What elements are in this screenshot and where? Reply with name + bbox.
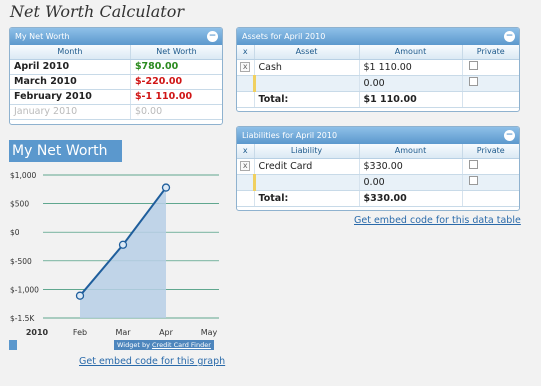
y-tick-label: $-1.5K (10, 314, 35, 323)
month-cell: February 2010 (10, 89, 131, 105)
liability-amount-cell[interactable]: $330.00 (359, 158, 463, 175)
column-header-private: Private (462, 45, 519, 60)
chart-corner-box (9, 340, 17, 350)
x-tick-label: May (201, 328, 218, 337)
y-tick-label: $-500 (10, 257, 32, 266)
total-value: $1 110.00 (359, 91, 463, 108)
month-cell: January 2010 (10, 104, 131, 120)
month-cell: April 2010 (10, 59, 131, 75)
private-checkbox[interactable] (468, 77, 478, 86)
delete-row-button[interactable]: x (240, 62, 251, 72)
liabilities-panel: Liabilities for April 2010 − x Liability… (236, 126, 520, 211)
area-fill (80, 187, 166, 318)
liabilities-panel-header: Liabilities for April 2010 − (237, 127, 519, 144)
table-row[interactable]: April 2010 $780.00 (10, 59, 222, 75)
net-worth-cell: $-1 110.00 (130, 89, 222, 105)
column-header-delete: x (237, 45, 255, 60)
asset-name-cell[interactable]: Cash (254, 59, 360, 76)
page-title: Net Worth Calculator (10, 2, 184, 21)
embed-table-link[interactable]: Get embed code for this data table (354, 215, 521, 226)
column-header-private: Private (462, 144, 519, 159)
net-worth-chart: $1,000 $500 $0 $-500 $-1,000 $-1.5K 2010 Feb Mar… (9, 165, 223, 353)
x-tick-label: Apr (159, 328, 174, 337)
total-label: Total: (254, 91, 360, 108)
embed-graph-link[interactable]: Get embed code for this graph (79, 356, 225, 367)
liabilities-panel-title: Liabilities for April 2010 (242, 131, 338, 140)
data-point (161, 183, 171, 192)
column-header-net-worth[interactable]: Net Worth (130, 45, 222, 60)
collapse-icon[interactable]: − (207, 31, 218, 42)
x-tick-label: 2010 (26, 328, 49, 337)
asset-amount-cell[interactable]: $1 110.00 (359, 59, 463, 76)
assets-panel-title: Assets for April 2010 (242, 32, 326, 41)
y-tick-label: $-1,000 (10, 285, 39, 294)
widget-credit: Widget by Credit Card Finder (114, 340, 214, 350)
table-row: x Cash $1 110.00 (237, 59, 519, 76)
new-liability-name-input[interactable] (252, 174, 360, 191)
networth-panel-header: My Net Worth − (10, 28, 222, 45)
table-row[interactable]: March 2010 $-220.00 (10, 74, 222, 90)
collapse-icon[interactable]: − (504, 31, 515, 42)
networth-panel: My Net Worth − Month Net Worth April 201… (9, 27, 223, 125)
table-row[interactable]: January 2010 $0.00 (10, 104, 222, 120)
y-tick-label: $0 (10, 228, 20, 237)
new-asset-name-input[interactable] (252, 75, 360, 92)
net-worth-cell: $0.00 (130, 104, 222, 120)
data-point (75, 291, 85, 300)
total-label: Total: (254, 190, 360, 207)
new-asset-amount-input[interactable]: 0.00 (359, 75, 463, 92)
liability-name-cell[interactable]: Credit Card (254, 158, 360, 175)
column-header-amount: Amount (359, 45, 463, 60)
column-header-liability: Liability (254, 144, 360, 159)
table-row[interactable]: February 2010 $-1 110.00 (10, 89, 222, 105)
collapse-icon[interactable]: − (504, 130, 515, 141)
y-tick-label: $500 (10, 200, 29, 209)
column-header-delete: x (237, 144, 255, 159)
liabilities-table: x Liability Amount Private x Credit Card… (237, 144, 519, 207)
x-tick-label: Mar (115, 328, 131, 337)
networth-panel-title: My Net Worth (15, 32, 70, 41)
column-header-month[interactable]: Month (10, 45, 131, 60)
private-checkbox[interactable] (468, 176, 478, 185)
private-checkbox[interactable] (468, 61, 478, 70)
chart-title: My Net Worth (9, 140, 122, 162)
total-row: Total: $330.00 (237, 190, 519, 207)
widget-credit-prefix: Widget by (117, 341, 150, 349)
assets-panel: Assets for April 2010 − x Asset Amount P… (236, 27, 520, 112)
table-row: x Credit Card $330.00 (237, 158, 519, 175)
month-cell: March 2010 (10, 74, 131, 90)
y-tick-label: $1,000 (10, 171, 36, 180)
x-tick-label: Feb (73, 328, 87, 337)
total-value: $330.00 (359, 190, 463, 207)
networth-table: Month Net Worth April 2010 $780.00 March… (10, 45, 222, 120)
net-worth-cell: $-220.00 (130, 74, 222, 90)
column-header-asset: Asset (254, 45, 360, 60)
private-checkbox[interactable] (468, 160, 478, 169)
widget-credit-link[interactable]: Credit Card Finder (152, 341, 211, 349)
delete-row-button[interactable]: x (240, 161, 251, 171)
table-row: 0.00 (237, 174, 519, 191)
column-header-amount: Amount (359, 144, 463, 159)
new-liability-amount-input[interactable]: 0.00 (359, 174, 463, 191)
chart-svg: $1,000 $500 $0 $-500 $-1,000 $-1.5K 2010 Feb Mar… (10, 171, 219, 337)
assets-panel-header: Assets for April 2010 − (237, 28, 519, 45)
assets-table: x Asset Amount Private x Cash $1 110.00 … (237, 45, 519, 108)
total-row: Total: $1 110.00 (237, 91, 519, 108)
data-point (118, 240, 128, 249)
table-row: 0.00 (237, 75, 519, 92)
net-worth-cell: $780.00 (130, 59, 222, 75)
